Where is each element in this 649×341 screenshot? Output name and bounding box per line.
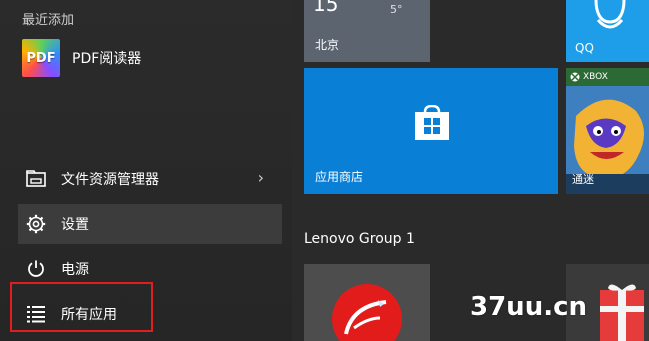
- menu-item-file-explorer[interactable]: 文件资源管理器 ›: [18, 159, 282, 199]
- recent-app-label: PDF阅读器: [72, 51, 142, 67]
- pdf-reader-icon: PDF: [22, 39, 60, 77]
- lenovo-app-tile[interactable]: [304, 264, 430, 341]
- tile-group-title: Lenovo Group 1: [304, 231, 415, 247]
- weather-temperature: 15: [313, 0, 339, 16]
- recent-app-pdf-reader[interactable]: PDF PDF阅读器: [22, 38, 272, 78]
- recently-added-heading: 最近添加: [22, 13, 75, 28]
- lenovo-app-icon: [332, 284, 402, 341]
- weather-city: 北京: [315, 38, 340, 52]
- menu-item-settings[interactable]: 设置: [18, 204, 282, 244]
- chevron-right-icon[interactable]: ›: [258, 168, 264, 187]
- qq-label: QQ: [575, 41, 594, 55]
- gear-icon: [24, 212, 48, 236]
- weather-degree: 5°: [390, 3, 403, 16]
- xbox-game-label: 通迷: [572, 173, 594, 186]
- power-icon: [24, 257, 48, 281]
- store-label: 应用商店: [315, 170, 364, 184]
- xbox-brand-label: XBOX: [583, 72, 608, 82]
- all-apps-highlight-box: [10, 282, 153, 332]
- gift-icon: [600, 284, 644, 341]
- xbox-game-tile[interactable]: XBOX 通迷: [566, 68, 649, 194]
- menu-item-label: 电源: [61, 262, 89, 278]
- store-bag-icon: [415, 105, 449, 140]
- qq-penguin-icon: [594, 0, 626, 29]
- weather-tile[interactable]: 15 5° 北京: [304, 0, 430, 62]
- menu-item-label: 文件资源管理器: [61, 172, 159, 188]
- start-menu-left-pane: 最近添加 PDF PDF阅读器 文件资源管理器 › 设置 电源 所有应用: [0, 0, 292, 341]
- watermark-text: 37uu.cn: [470, 292, 587, 322]
- store-tile[interactable]: 应用商店: [304, 68, 558, 194]
- menu-item-label: 设置: [61, 217, 89, 233]
- xbox-logo-icon: [570, 72, 580, 82]
- qq-tile[interactable]: QQ: [566, 0, 649, 62]
- file-explorer-icon: [24, 167, 48, 191]
